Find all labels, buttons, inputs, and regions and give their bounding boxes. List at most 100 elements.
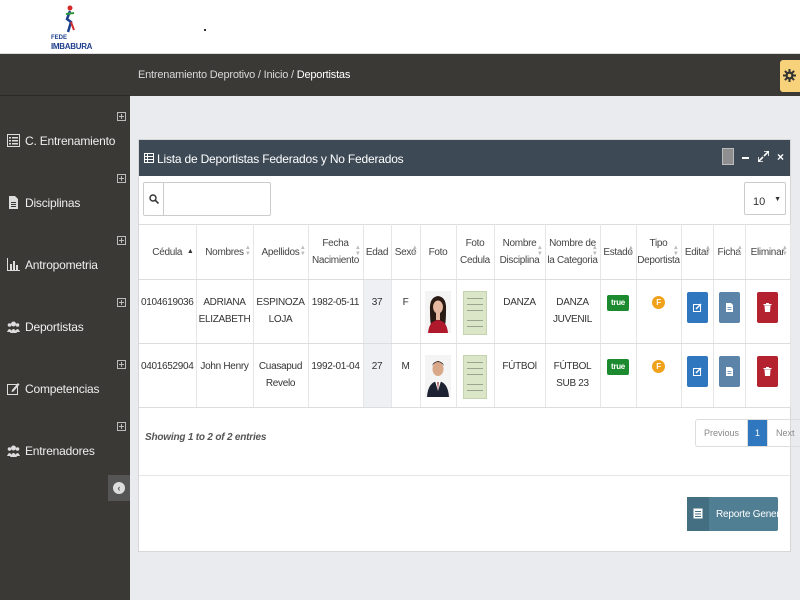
delete-button[interactable]: [757, 356, 778, 387]
col-header-sexo[interactable]: Sexo ▲ ▼: [391, 224, 421, 280]
edit-button[interactable]: [686, 292, 708, 323]
edit-icon: [692, 367, 701, 376]
col-header-categoria[interactable]: Nombre de la Categoria ▲ ▼: [545, 224, 601, 280]
col-header-ficha[interactable]: Ficha ▲ ▼: [713, 224, 746, 280]
col-header-fecha[interactable]: Fecha Nacimiento ▲ ▼: [308, 224, 364, 280]
document-icon: [725, 367, 733, 376]
breadcrumb-current: Deportistas: [296, 69, 351, 81]
panel-title: Lista de Deportistas Federados y No Fede…: [157, 152, 404, 166]
delete-button[interactable]: [757, 292, 778, 323]
col-header-cedula[interactable]: Cédula ▲: [139, 224, 197, 280]
cell-tipo: F: [636, 279, 682, 344]
pagination-page-1[interactable]: 1: [748, 420, 769, 446]
col-header-foto: Foto: [420, 224, 457, 280]
sidebar-item-label: C. Entrenamiento: [25, 134, 116, 148]
fede-imbabura-logo[interactable]: FEDE IMBABURA: [48, 4, 92, 52]
document-icon: [9, 196, 18, 209]
ficha-button[interactable]: [718, 356, 740, 387]
users-icon: [7, 445, 20, 457]
table-info: Showing 1 to 2 of 2 entries: [145, 432, 267, 443]
cell-nombres: John Henry: [196, 343, 254, 408]
sort-icon: ▲ ▼: [299, 245, 306, 257]
page-length-select[interactable]: 10 ▼: [744, 182, 786, 215]
table-icon: [144, 153, 154, 163]
breadcrumb-path[interactable]: Entrenamiento Deprotivo / Inicio /: [138, 69, 294, 81]
search-icon: [144, 183, 164, 215]
breadcrumb-bar: Entrenamiento Deprotivo / Inicio / Depor…: [130, 54, 800, 96]
page-length-value: 10: [753, 196, 766, 208]
reporte-general-button[interactable]: Reporte General: [687, 497, 787, 531]
sort-icon: ▲ ▼: [704, 245, 711, 257]
edit-button[interactable]: [686, 356, 708, 387]
col-header-tipo[interactable]: Tipo Deportista ▲ ▼: [636, 224, 682, 280]
close-icon[interactable]: ×: [777, 151, 784, 163]
sort-icon: ▲ ▼: [354, 245, 361, 257]
panel-color-toggle[interactable]: [722, 148, 734, 165]
panel-header: Lista de Deportistas Federados y No Fede…: [139, 140, 790, 176]
col-header-eliminar[interactable]: Eliminar ▲ ▼: [745, 224, 791, 280]
id-card-photo[interactable]: [463, 291, 487, 335]
expand-icon[interactable]: [117, 112, 126, 121]
col-header-edad[interactable]: Edad: [363, 224, 392, 280]
col-header-apellidos[interactable]: Apellidos ▲ ▼: [253, 224, 309, 280]
col-header-estado[interactable]: Estado ▲ ▼: [600, 224, 637, 280]
pagination-previous[interactable]: Previous: [696, 420, 749, 446]
ficha-button[interactable]: [718, 292, 740, 323]
list-icon: [7, 134, 20, 147]
sidebar-item-c-entrenamiento[interactable]: C. Entrenamiento: [0, 108, 130, 170]
cell-nombres: ADRIANA ELIZABETH: [196, 279, 254, 344]
expand-icon[interactable]: [117, 236, 126, 245]
arrow-left-circle-icon: ‹: [113, 482, 125, 494]
athlete-photo[interactable]: [425, 355, 451, 397]
sort-icon: ▲ ▼: [244, 245, 251, 257]
sidebar-item-entrenadores[interactable]: Entrenadores: [0, 418, 130, 480]
col-header-foto-cedula: Foto Cedula: [456, 224, 495, 280]
search-box: [143, 182, 271, 216]
report-icon: [687, 497, 709, 531]
sidebar-item-disciplinas[interactable]: Disciplinas: [0, 170, 130, 232]
sidebar-collapse-button[interactable]: ‹: [108, 475, 130, 501]
reporte-general-label: Reporte General: [716, 509, 787, 520]
sidebar-item-competencias[interactable]: Competencias: [0, 356, 130, 418]
status-badge: true: [607, 295, 629, 311]
cell-disciplina: FÚTBOl: [494, 343, 546, 408]
cell-edad: 37: [363, 279, 392, 344]
sort-icon: ▲ ▼: [591, 245, 598, 257]
sort-asc-icon: ▲: [186, 248, 194, 255]
athlete-photo[interactable]: [425, 291, 451, 333]
expand-icon[interactable]: [117, 298, 126, 307]
cell-cedula: 0401652904: [139, 343, 197, 408]
sidebar-item-label: Antropometria: [25, 258, 98, 272]
sort-icon: ▲ ▼: [536, 245, 543, 257]
search-input[interactable]: [164, 183, 269, 215]
col-header-disciplina[interactable]: Nombre Disciplina ▲ ▼: [494, 224, 546, 280]
cell-estado: true: [600, 343, 637, 408]
cell-disciplina: DANZA: [494, 279, 546, 344]
pagination-next[interactable]: Next: [768, 420, 800, 446]
col-header-editar[interactable]: Editar ▲ ▼: [681, 224, 714, 280]
id-card-photo[interactable]: [463, 355, 487, 399]
sidebar-item-antropometria[interactable]: Antropometria: [0, 232, 130, 294]
sort-icon: ▲ ▼: [672, 245, 679, 257]
minimize-icon[interactable]: [742, 157, 749, 159]
trash-icon: [763, 367, 772, 376]
table-row: 0104619036 ADRIANA ELIZABETH ESPINOZA LOJA…: [139, 279, 791, 344]
edit-icon: [7, 383, 20, 395]
cell-eliminar: [745, 343, 791, 408]
cell-foto-cedula: [456, 279, 495, 344]
gear-icon: [783, 69, 796, 82]
table-row: 0401652904 John Henry Cuasapud Revelo 199…: [139, 343, 791, 408]
deportistas-panel: Lista de Deportistas Federados y No Fede…: [138, 139, 800, 552]
settings-button[interactable]: [780, 60, 800, 92]
status-badge: true: [607, 359, 629, 375]
breadcrumb: Entrenamiento Deprotivo / Inicio / Depor…: [138, 69, 350, 81]
col-header-nombres[interactable]: Nombres ▲ ▼: [196, 224, 254, 280]
expand-icon[interactable]: [117, 174, 126, 183]
cell-foto-cedula: [456, 343, 495, 408]
fullscreen-icon[interactable]: [758, 151, 769, 162]
sidebar-item-deportistas[interactable]: Deportistas: [0, 294, 130, 356]
expand-icon[interactable]: [117, 360, 126, 369]
expand-icon[interactable]: [117, 422, 126, 431]
sort-icon: ▲ ▼: [627, 245, 634, 257]
sidebar-item-label: Competencias: [25, 382, 100, 396]
